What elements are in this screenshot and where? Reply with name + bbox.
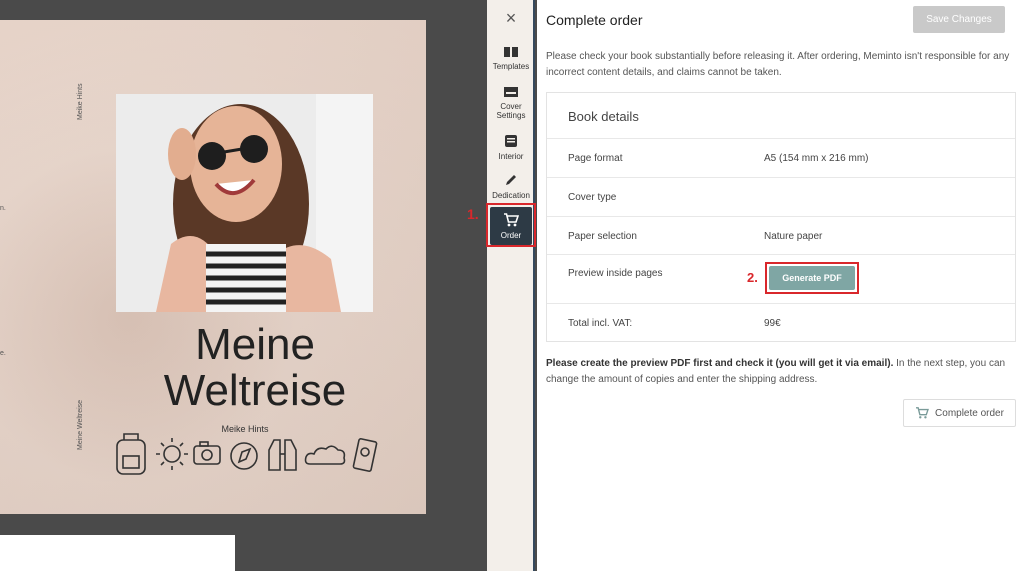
page-title: Complete order: [546, 12, 643, 28]
edge-text-2: e.: [0, 350, 6, 357]
table-row: Page format A5 (154 mm x 216 mm): [547, 138, 1015, 176]
spine-title: Meine Weltreise: [77, 399, 84, 450]
cover-photo[interactable]: [116, 94, 373, 312]
row-key: Total incl. VAT:: [568, 318, 633, 329]
table-row: Paper selection Nature paper: [547, 216, 1015, 254]
row-key: Cover type: [568, 192, 617, 203]
hint-text: Please create the preview PDF first and …: [546, 356, 1016, 388]
table-row: Cover type: [547, 177, 1015, 215]
generate-pdf-button[interactable]: Generate PDF: [769, 266, 855, 290]
travel-icons: [116, 433, 378, 475]
tool-dedication[interactable]: Dedication: [487, 173, 535, 200]
row-value: 99€: [764, 318, 781, 329]
complete-order-label: Complete order: [935, 407, 1004, 419]
tool-templates[interactable]: Templates: [487, 46, 535, 71]
close-icon: ×: [505, 8, 517, 28]
cover-title-line1[interactable]: Meine: [150, 322, 360, 368]
edge-text-1: n.: [0, 205, 6, 212]
binoculars-icon: [268, 439, 297, 471]
book-details-title: Book details: [568, 109, 639, 124]
book-cover[interactable]: Meike Hints Meine Weltreise Meine Weltre…: [0, 20, 426, 514]
back-page-preview: [0, 535, 235, 571]
canvas-area: Meike Hints Meine Weltreise Meine Weltre…: [0, 0, 487, 571]
passport-icon: [352, 438, 378, 472]
save-changes-button[interactable]: Save Changes: [913, 6, 1005, 33]
tool-templates-label: Templates: [492, 62, 530, 71]
tool-interior-label: Interior: [498, 152, 524, 161]
close-button[interactable]: ×: [487, 8, 535, 29]
cart-icon: [916, 407, 929, 419]
cloud-icon: [304, 445, 346, 465]
tool-cover-settings[interactable]: Cover Settings: [487, 86, 535, 120]
row-key: Page format: [568, 153, 623, 164]
step-1-marker: 1.: [467, 206, 479, 222]
cover-icon: [504, 87, 518, 97]
woman-photo: [116, 94, 373, 312]
document-icon: [505, 135, 517, 147]
spine-author: Meike Hints: [77, 83, 84, 120]
order-highlight: [486, 203, 536, 247]
table-row: Total incl. VAT: 99€: [547, 303, 1015, 341]
camera-icon: [193, 441, 221, 465]
book-details-card: Book details Page format A5 (154 mm x 21…: [546, 92, 1016, 342]
pencil-icon: [506, 175, 516, 185]
tool-interior[interactable]: Interior: [487, 134, 535, 161]
cover-title-line2[interactable]: Weltreise: [150, 368, 360, 414]
row-value: Nature paper: [764, 231, 823, 242]
editor-toolbar: × Templates Cover Settings Interior Dedi…: [487, 0, 535, 571]
step-2-marker: 2.: [747, 270, 758, 285]
row-key: Preview inside pages: [568, 268, 663, 279]
book-icon: [504, 47, 518, 57]
complete-order-button[interactable]: Complete order: [903, 399, 1016, 427]
hint-bold: Please create the preview PDF first and …: [546, 358, 894, 369]
tool-dedication-label: Dedication: [492, 191, 530, 200]
compass-icon: [230, 442, 258, 470]
tool-cover-settings-label: Cover Settings: [496, 102, 526, 120]
row-key: Paper selection: [568, 231, 637, 242]
notice-text: Please check your book substantially bef…: [546, 51, 1010, 78]
sun-icon: [156, 438, 188, 470]
row-value: A5 (154 mm x 216 mm): [764, 153, 869, 164]
backpack-icon: [116, 433, 146, 475]
